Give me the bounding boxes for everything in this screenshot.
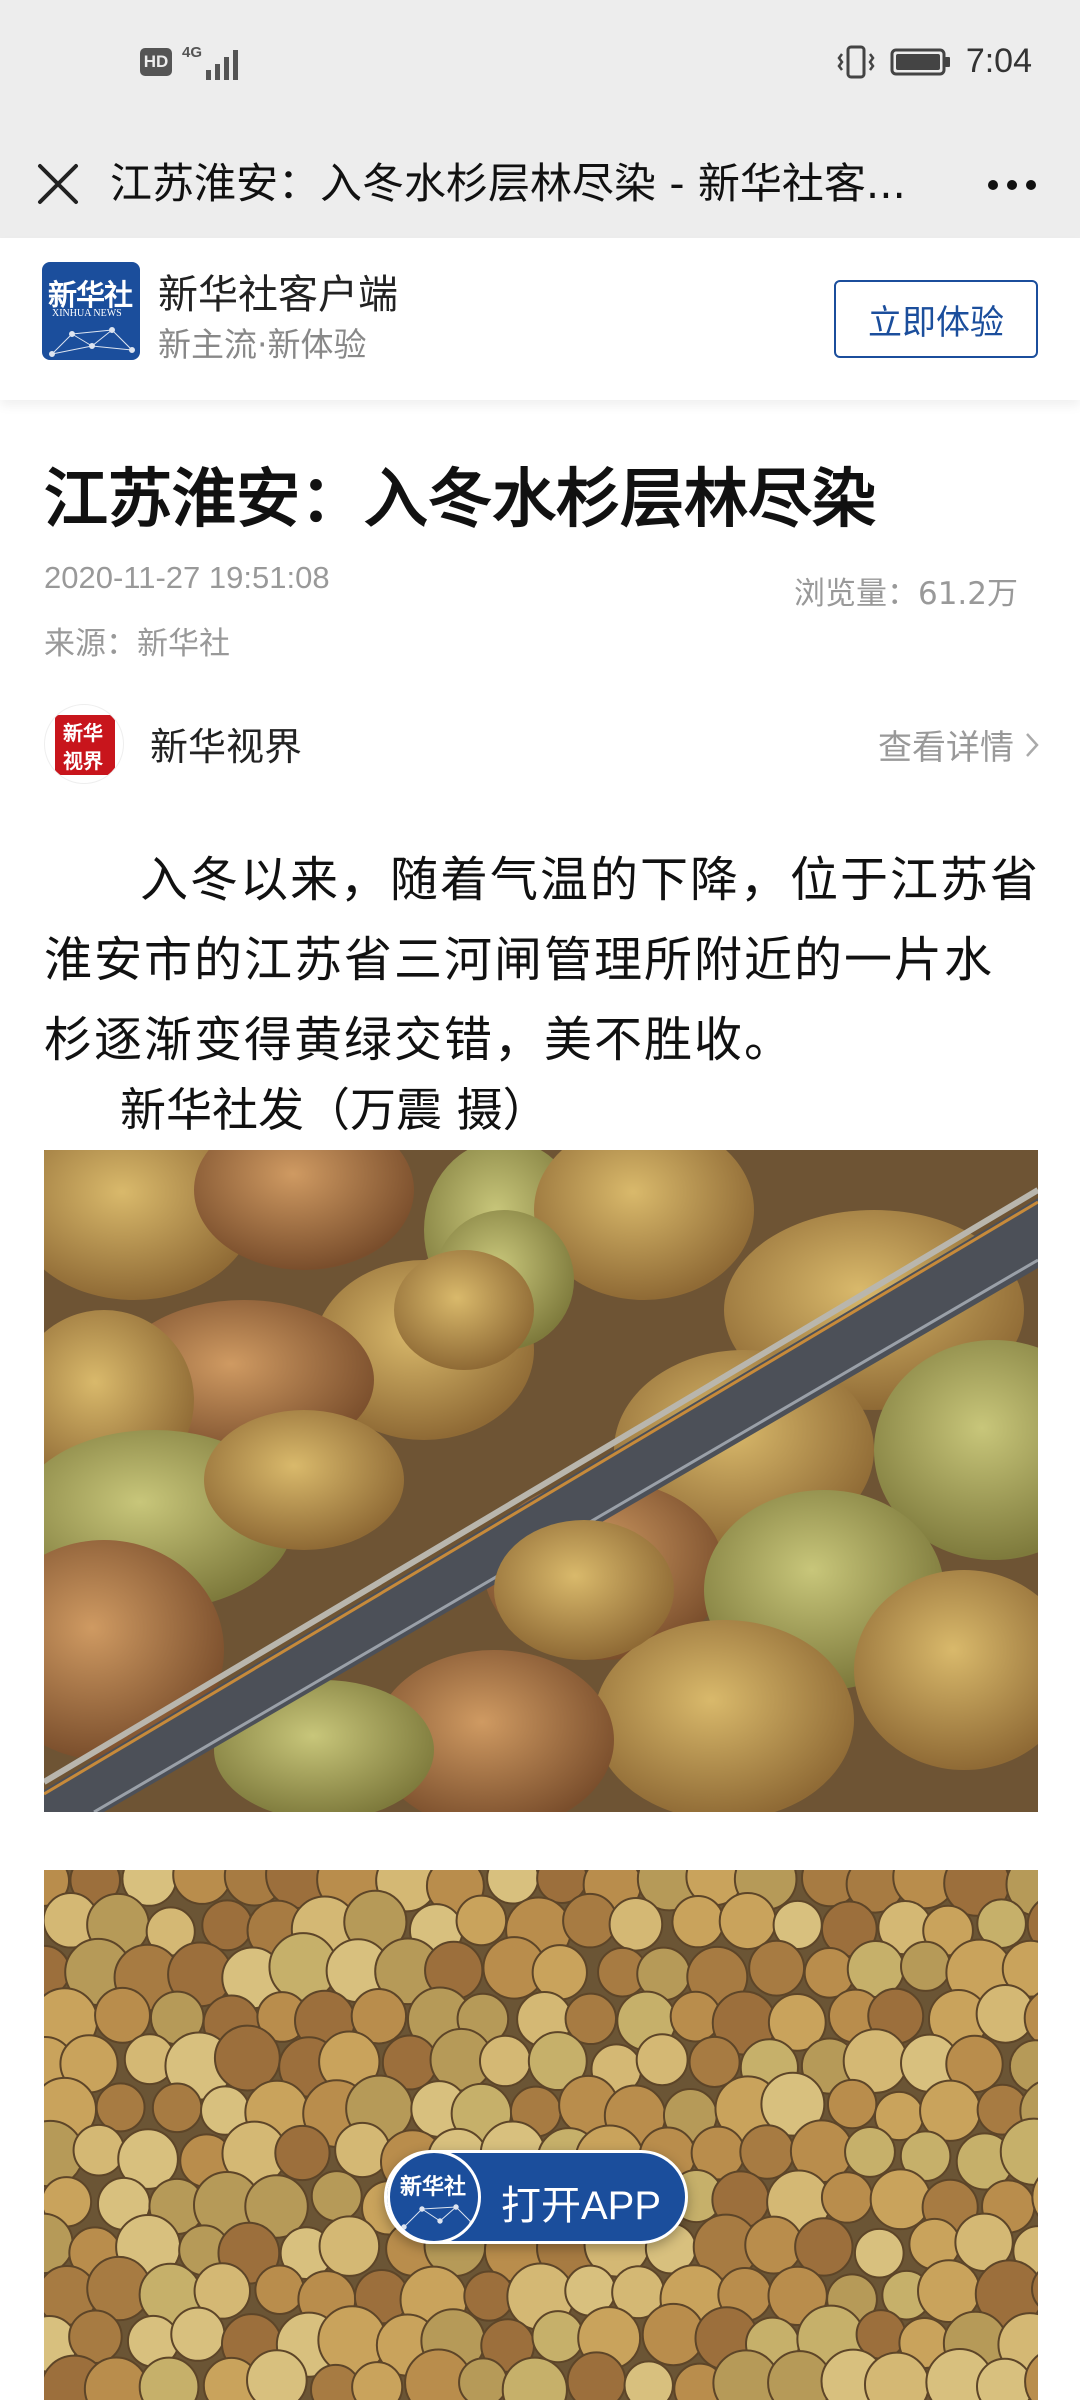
article-body: 入冬以来，随着气温的下降，位于江苏省淮安市的江苏省三河闸管理所附近的一片水杉逐渐…	[44, 852, 1041, 1068]
battery-icon	[890, 48, 950, 75]
clock: 7:04	[965, 42, 1032, 80]
try-now-button[interactable]: 立即体验	[834, 280, 1038, 358]
view-count: 浏览量：61.2万	[793, 576, 1018, 612]
status-right: 7:04	[836, 42, 1032, 81]
more-options-button[interactable]	[980, 160, 1044, 210]
status-left: HD 4G	[140, 44, 242, 80]
xinhua-logo: 新华社 XINHUA NEWS	[42, 262, 140, 360]
app-name: 新华社客户端	[158, 272, 398, 318]
view-details-link[interactable]: 查看详情	[878, 720, 1040, 769]
publish-time: 2020-11-27 19:51:08	[44, 560, 330, 595]
open-app-label: 打开APP	[501, 2184, 662, 2228]
more-dot-icon	[988, 180, 998, 190]
view-details-label: 查看详情	[878, 728, 1014, 768]
close-icon	[38, 164, 78, 204]
author-avatar: 新华 视界	[44, 704, 124, 784]
article-source: 来源：新华社	[44, 626, 230, 662]
seal-icon: 新华 视界	[55, 715, 115, 775]
author-row[interactable]: 新华 视界 新华视界 查看详情	[44, 700, 1040, 788]
title-bar: 江苏淮安：入冬水杉层林尽染 - 新华社客...	[0, 130, 1080, 238]
logo-text: 新华社	[400, 2174, 467, 2200]
article-photo-canopy[interactable]	[44, 1870, 1038, 2400]
photo-credit: 新华社发（万震 摄）	[120, 1083, 549, 1137]
logo-network-icon	[401, 2204, 475, 2230]
hd-badge: HD	[140, 48, 172, 76]
xinhua-logo: 新华社	[387, 2150, 481, 2244]
article-photo-road[interactable]	[44, 1150, 1038, 1812]
app-slogan: 新主流·新体验	[158, 325, 367, 364]
more-dot-icon	[1007, 180, 1017, 190]
signal-icon: 4G	[182, 44, 242, 80]
seal-text-top: 新华	[63, 721, 103, 745]
author-name: 新华视界	[150, 725, 303, 769]
status-bar: HD 4G 7:04	[0, 0, 1080, 130]
page-title: 江苏淮安：入冬水杉层林尽染 - 新华社客...	[110, 159, 906, 208]
seal-text-bottom: 视界	[63, 749, 103, 773]
article-headline: 江苏淮安：入冬水杉层林尽染	[44, 463, 876, 537]
close-button[interactable]	[28, 154, 88, 214]
open-app-button[interactable]: 新华社 打开APP	[384, 2150, 688, 2244]
more-dot-icon	[1026, 180, 1036, 190]
chevron-right-icon	[1026, 732, 1039, 757]
logo-subtext: XINHUA NEWS	[52, 308, 122, 319]
logo-network-icon	[49, 327, 135, 357]
app-banner: 新华社 XINHUA NEWS 新华社客户端 新主流·新体验 立即体验	[0, 238, 1080, 400]
network-type: 4G	[182, 44, 203, 61]
vibrate-icon	[837, 45, 875, 78]
